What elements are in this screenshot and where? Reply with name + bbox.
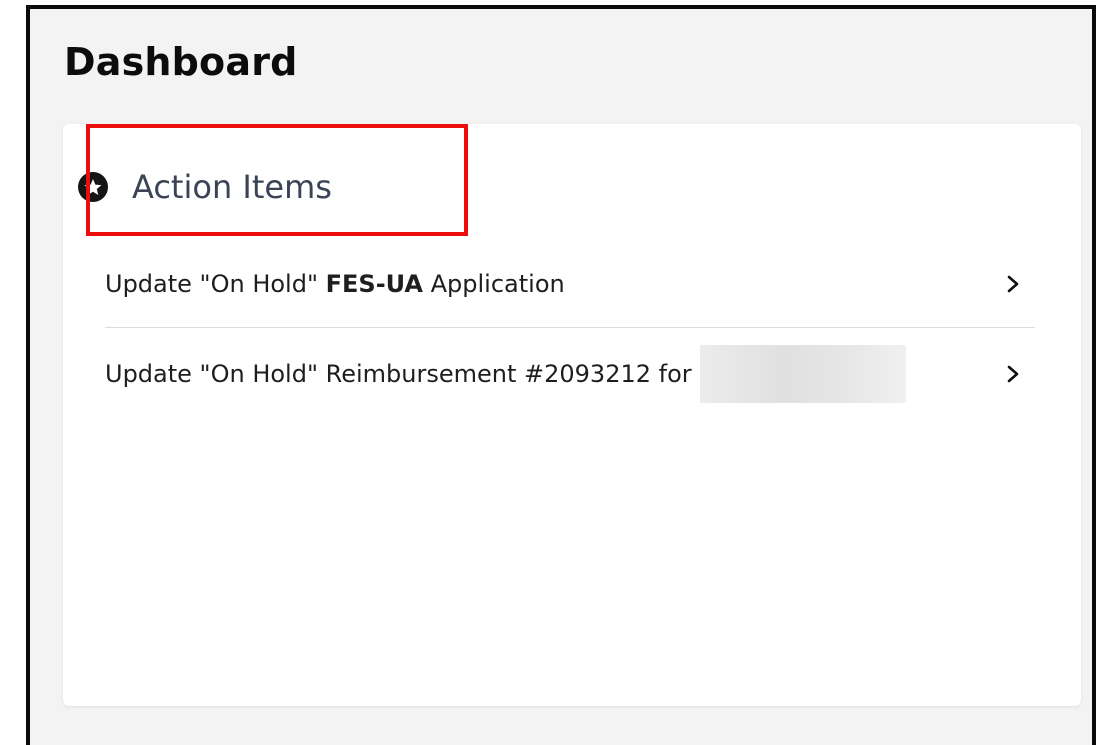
action-item-bold: FES-UA <box>325 269 423 298</box>
action-item-label: Update "On Hold" FES-UA Application <box>105 270 565 298</box>
page-title: Dashboard <box>64 40 298 84</box>
action-item-fes-ua[interactable]: Update "On Hold" FES-UA Application <box>105 240 1035 328</box>
highlight-box <box>86 124 468 236</box>
action-item-reimbursement[interactable]: Update "On Hold" Reimbursement #2093212 … <box>105 330 1035 418</box>
action-item-suffix: Application <box>422 269 565 298</box>
action-item-label: Update "On Hold" Reimbursement #2093212 … <box>105 360 692 388</box>
chevron-right-icon <box>1007 365 1019 383</box>
action-item-prefix: Update "On Hold" <box>105 269 326 298</box>
chevron-right-icon <box>1007 275 1019 292</box>
redacted-name <box>699 345 906 403</box>
